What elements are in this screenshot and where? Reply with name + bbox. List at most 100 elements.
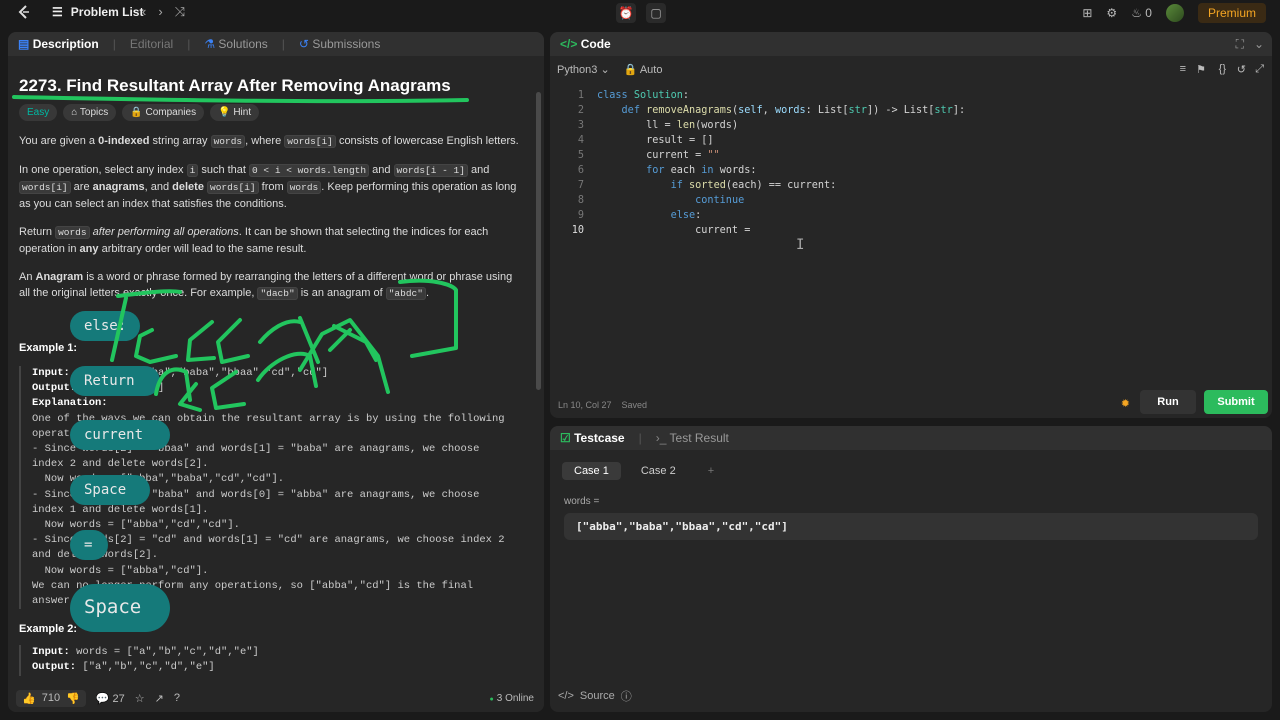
annotation-space: Space — [70, 475, 150, 505]
code-line: current = "" — [597, 150, 720, 161]
star-icon[interactable]: ☆ — [135, 692, 145, 705]
settings-gear-icon[interactable]: ⚙ — [1106, 6, 1117, 20]
code-line: if sorted(each) == current: — [670, 180, 837, 191]
reset-icon[interactable]: ↺ — [1237, 63, 1246, 76]
line-number: 10 — [571, 225, 584, 236]
paragraph-4: An Anagram is a word or phrase formed by… — [19, 271, 513, 300]
tab-label: Editorial — [129, 37, 174, 51]
line-number: 8 — [577, 195, 584, 206]
tab-label: Test Result — [669, 431, 729, 445]
thumbs-down-icon[interactable]: 👎 — [66, 692, 80, 705]
check-box-icon: ☑ — [560, 431, 571, 445]
history-icon: ↺ — [298, 37, 309, 51]
tab-solutions[interactable]: ⚗ Solutions — [204, 37, 267, 51]
like-group[interactable]: 👍 710 👎 — [16, 689, 86, 707]
case-2-tab[interactable]: Case 2 — [629, 462, 688, 480]
expand-icon[interactable]: ⛶ — [1236, 37, 1244, 52]
like-count: 710 — [41, 692, 61, 704]
description-footer: 👍 710 👎 💬 27 ☆ ↗ ? 3 Online — [8, 684, 544, 712]
paragraph-2: In one operation, select any index i suc… — [19, 164, 517, 210]
tab-description[interactable]: ▤ Description — [18, 37, 99, 51]
tab-label: Submissions — [312, 37, 381, 51]
fullscreen-icon[interactable]: ⤢ — [1255, 63, 1264, 76]
run-button[interactable]: Run — [1140, 390, 1196, 414]
note-icon[interactable]: ▢ — [646, 3, 666, 23]
code-editor[interactable]: 1 2 3 4 5 6 7 8 9 10 class Solution: def… — [550, 88, 1272, 388]
tab-editorial[interactable]: Editorial — [130, 37, 173, 51]
code-line: class Solution: — [597, 90, 690, 101]
top-bar: ☰ Problem List ‹ › ⤨ ⏰ ▢ ⊞ ⚙ ♨ 0 Premium — [0, 0, 1280, 26]
code-panel: </> Code ⛶ ⌄ Python3 ⌄ 🔒 Auto ≡ ⚑ {} ↺ ⤢… — [550, 32, 1272, 418]
code-line: continue — [695, 195, 745, 206]
share-icon[interactable]: ↗ — [155, 692, 164, 705]
tab-code[interactable]: </> Code — [560, 37, 611, 51]
editor-status: Ln 10, Col 27 Saved — [558, 400, 647, 410]
paragraph-1: You are given a 0-indexed string array w… — [19, 135, 519, 148]
variable-input[interactable]: ["abba","baba","bbaa","cd","cd"] — [564, 513, 1258, 540]
debug-icon[interactable]: ✹ — [1121, 397, 1130, 410]
case-1-tab[interactable]: Case 1 — [562, 462, 621, 480]
help-icon: ⓘ — [620, 691, 632, 703]
description-scrollbar[interactable] — [536, 92, 541, 390]
code-line: for each in words: — [646, 165, 757, 176]
thumbs-up-icon[interactable]: 👍 — [22, 692, 36, 705]
auto-mode[interactable]: 🔒 Auto — [624, 63, 663, 76]
tab-test-result[interactable]: ›_ Test Result — [656, 431, 729, 445]
topics-tag[interactable]: ⌂ Topics — [63, 104, 117, 121]
variable-label: words = — [564, 496, 600, 507]
premium-button[interactable]: Premium — [1197, 3, 1266, 23]
layout-icon[interactable]: ⊞ — [1082, 6, 1092, 20]
line-number: 3 — [577, 120, 584, 131]
format-icon[interactable]: ≡ — [1180, 63, 1186, 75]
flame-icon: ♨ — [1131, 6, 1142, 20]
coins-value: 0 — [1145, 6, 1152, 20]
paragraph-3: Return words after performing all operat… — [19, 226, 489, 255]
tab-testcase[interactable]: ☑ Testcase — [560, 431, 625, 445]
tab-submissions[interactable]: ↺ Submissions — [299, 37, 380, 51]
test-tabs: ☑ Testcase | ›_ Test Result — [550, 426, 1272, 450]
source-toggle[interactable]: </> Source ⓘ — [558, 688, 632, 704]
page-title: 2273. Find Resultant Array After Removin… — [19, 76, 451, 95]
hint-tag[interactable]: 💡 Hint — [210, 104, 260, 121]
prev-problem-icon[interactable]: ‹ — [142, 4, 146, 20]
timer-icon[interactable]: ⏰ — [616, 3, 636, 23]
code-tabs: </> Code ⛶ ⌄ — [550, 32, 1272, 56]
comment-count: 27 — [112, 692, 125, 705]
cursor-position: Ln 10, Col 27 — [558, 400, 612, 410]
avatar[interactable] — [1165, 4, 1184, 22]
submit-button[interactable]: Submit — [1204, 390, 1268, 414]
help-icon[interactable]: ? — [174, 692, 180, 704]
lock-icon: 🔒 — [130, 107, 143, 118]
tag-row: Easy ⌂ Topics 🔒 Companies 💡 Hint — [19, 104, 525, 121]
code-icon: </> — [558, 690, 574, 702]
coins-counter[interactable]: ♨ 0 — [1131, 6, 1152, 20]
annotation-space-large: Space — [70, 584, 170, 632]
example-2-box: Input: words = ["a","b","c","d","e"] Outp… — [19, 645, 525, 676]
mode-label: Auto — [639, 63, 663, 76]
line-number: 2 — [577, 105, 584, 116]
left-tabs: ▤ Description | Editorial | ⚗ Solutions … — [8, 32, 544, 56]
list-icon: ☰ — [52, 5, 63, 19]
difficulty-badge[interactable]: Easy — [19, 104, 58, 121]
next-problem-icon[interactable]: › — [158, 4, 162, 20]
tab-label: Solutions — [218, 37, 268, 51]
language-select[interactable]: Python3 ⌄ — [557, 63, 610, 76]
collapse-icon[interactable]: ⌄ — [1254, 37, 1264, 51]
annotation-else: else: — [70, 311, 141, 341]
shuffle-icon[interactable]: ⤨ — [175, 4, 185, 20]
line-number: 1 — [577, 90, 584, 101]
braces-icon[interactable]: {} — [1219, 63, 1226, 75]
online-count: 3 Online — [490, 693, 534, 704]
chevron-down-icon: ⌄ — [600, 63, 610, 76]
comment-button[interactable]: 💬 27 — [96, 692, 125, 705]
leetcode-logo-icon[interactable] — [16, 4, 32, 20]
bookmark-icon[interactable]: ⚑ — [1196, 63, 1206, 76]
problem-list-button[interactable]: ☰ Problem List — [52, 5, 143, 19]
case-tabs: Case 1 Case 2 + — [550, 450, 1272, 480]
code-toolbar: Python3 ⌄ 🔒 Auto ≡ ⚑ {} ↺ ⤢ — [550, 56, 1272, 82]
save-status: Saved — [621, 400, 648, 410]
add-case-button[interactable]: + — [696, 462, 726, 480]
companies-tag[interactable]: 🔒 Companies — [122, 104, 205, 121]
annotation-current: current — [70, 420, 170, 450]
code-line: ll = len(words) — [597, 120, 739, 131]
